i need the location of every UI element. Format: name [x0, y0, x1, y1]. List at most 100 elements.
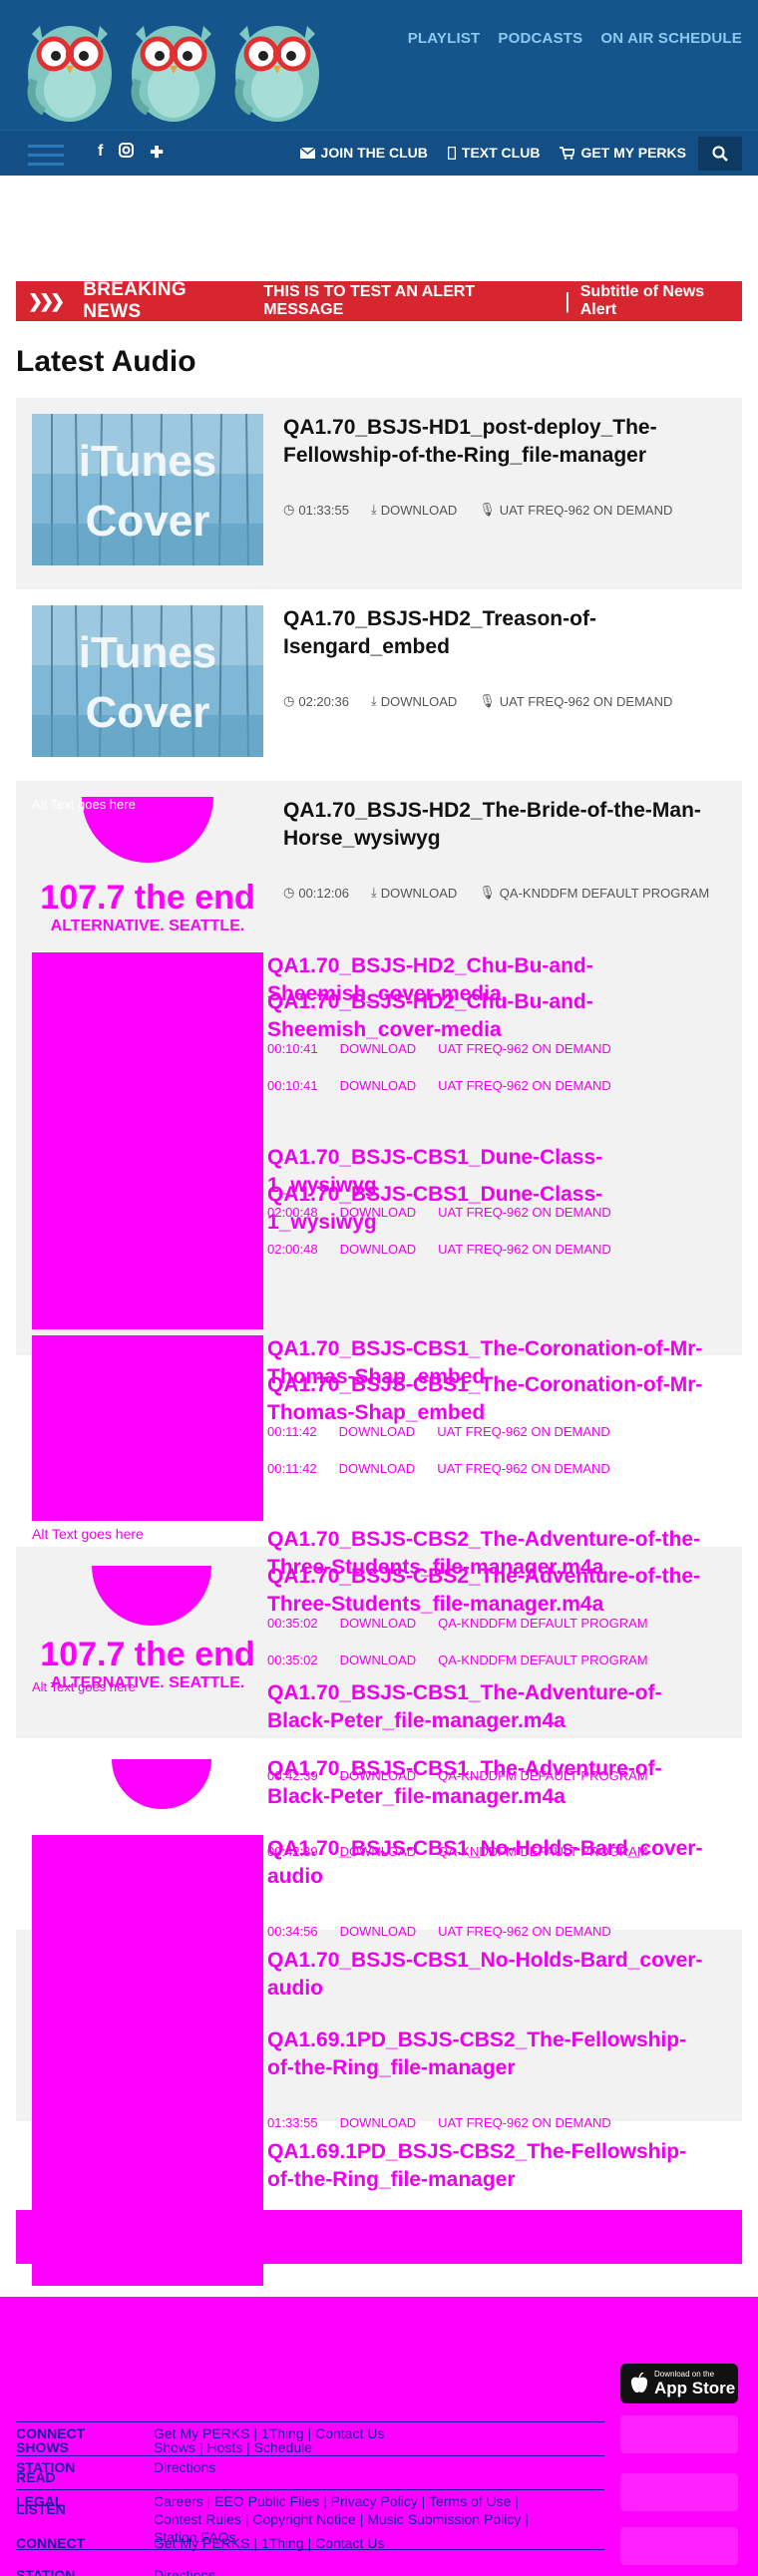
get-my-perks-link[interactable]: GET MY PERKS	[560, 145, 686, 161]
image-alt-text: Alt Text goes here	[32, 1679, 136, 1694]
program-label[interactable]: UAT FREQ-962 ON DEMAND	[438, 1205, 611, 1220]
footer-links-legal-2[interactable]: Contest Rules | Copyright Notice | Music…	[154, 2511, 529, 2527]
audio-title[interactable]: QA1.69.1PD_BSJS-CBS2_The-Fellowship-of-t…	[267, 2026, 706, 2082]
audio-thumbnail[interactable]: iTunes Cover	[32, 605, 263, 757]
search-button[interactable]	[698, 137, 742, 171]
download-link[interactable]: ⤓ DOWNLOAD	[371, 502, 457, 518]
footer-links-shows[interactable]: Shows | Hosts | Schedule	[154, 2439, 312, 2455]
nav-playlist[interactable]: PLAYLIST	[408, 30, 481, 47]
nav-on-air-schedule[interactable]: ON AIR SCHEDULE	[600, 30, 742, 47]
download-label[interactable]: DOWNLOAD	[340, 2115, 417, 2130]
download-label: DOWNLOAD	[380, 502, 458, 518]
program-label[interactable]: UAT FREQ-962 ON DEMAND	[438, 1924, 611, 1939]
program-link[interactable]: 🎙 UAT FREQ-962 ON DEMAND	[479, 502, 672, 518]
breaking-news-banner[interactable]: ❯❯❯ BREAKING NEWS THIS IS TO TEST AN ALE…	[16, 279, 742, 322]
instagram-icon[interactable]	[119, 143, 135, 163]
download-label[interactable]: DOWNLOAD	[339, 1424, 416, 1439]
audio-title[interactable]: QA1.70_BSJS-HD2_Chu-Bu-and-Sheemish_cove…	[267, 988, 706, 1044]
apple-icon	[630, 2373, 648, 2393]
program-link[interactable]: 🎙 QA-KNDDFM DEFAULT PROGRAM	[479, 885, 709, 901]
audio-thumbnail[interactable]: 107.7 the end ALTERNATIVE. SEATTLE. Alt …	[32, 1526, 263, 1705]
footer-links-station[interactable]: Directions	[154, 2459, 215, 2475]
download-label[interactable]: DOWNLOAD	[340, 1205, 417, 1220]
program-link[interactable]: 🎙 UAT FREQ-962 ON DEMAND	[479, 693, 672, 709]
audio-meta: 00:35:02 DOWNLOAD QA-KNDDFM DEFAULT PROGRA…	[267, 1616, 648, 1631]
audio-item[interactable]: 107.7 the end ALTERNATIVE. SEATTLE. Alt …	[16, 781, 742, 972]
program-label[interactable]: UAT FREQ-962 ON DEMAND	[438, 2115, 611, 2130]
footer-links-legal[interactable]: Careers | EEO Public Files | Privacy Pol…	[154, 2493, 519, 2509]
duration-value: 00:10:41	[267, 1041, 318, 1056]
audio-thumbnail[interactable]: Alt Text goes here	[32, 1679, 263, 1809]
audio-meta: 01:33:55 DOWNLOAD UAT FREQ-962 ON DEMAND	[267, 2115, 611, 2130]
audio-thumbnail[interactable]	[32, 952, 263, 1144]
download-label[interactable]: DOWNLOAD	[340, 1616, 417, 1631]
footer-button[interactable]	[620, 2473, 738, 2511]
audio-thumbnail[interactable]: 107.7 the end ALTERNATIVE. SEATTLE. Alt …	[32, 797, 263, 948]
station-logo-owls[interactable]	[22, 12, 331, 124]
program-label[interactable]: UAT FREQ-962 ON DEMAND	[438, 1041, 611, 1056]
download-link[interactable]: ⤓ DOWNLOAD	[371, 693, 457, 709]
join-the-club-label: JOIN THE CLUB	[320, 145, 428, 161]
audio-title[interactable]: QA1.69.1PD_BSJS-CBS2_The-Fellowship-of-t…	[267, 2138, 706, 2194]
program-label[interactable]: UAT FREQ-962 ON DEMAND	[437, 1424, 610, 1439]
download-label[interactable]: DOWNLOAD	[340, 1768, 417, 1783]
footer-label-shows: SHOWS	[16, 2439, 69, 2455]
footer-button[interactable]	[620, 2527, 738, 2565]
download-label: DOWNLOAD	[380, 885, 458, 901]
load-more-bar[interactable]	[16, 2210, 742, 2264]
thumb-text-cover: Cover	[86, 497, 210, 546]
program-label[interactable]: UAT FREQ-962 ON DEMAND	[437, 1461, 610, 1476]
audio-title[interactable]: QA1.70_BSJS-HD1_post-deploy_The-Fellowsh…	[283, 414, 722, 470]
get-my-perks-label: GET MY PERKS	[580, 145, 686, 161]
download-link[interactable]: ⤓ DOWNLOAD	[371, 885, 457, 901]
footer-divider	[16, 2489, 604, 2490]
audio-item[interactable]: iTunes Cover QA1.70_BSJS-HD1_post-deploy…	[16, 398, 742, 589]
audio-title[interactable]: QA1.70_BSJS-CBS1_No-Holds-Bard_cover-aud…	[267, 1835, 706, 1891]
audio-title[interactable]: QA1.70_BSJS-CBS1_The-Coronation-of-Mr-Th…	[267, 1371, 706, 1427]
program-label: UAT FREQ-962 ON DEMAND	[499, 502, 673, 518]
join-the-club-link[interactable]: JOIN THE CLUB	[299, 145, 428, 161]
app-store-badge[interactable]: Download on the App Store	[620, 2364, 738, 2403]
footer-button[interactable]	[620, 2415, 738, 2453]
breaking-news-message: THIS IS TO TEST AN ALERT MESSAGE	[263, 283, 476, 318]
audio-title[interactable]: QA1.70_BSJS-HD2_The-Bride-of-the-Man-Hor…	[283, 797, 722, 853]
program-label[interactable]: UAT FREQ-962 ON DEMAND	[438, 1242, 611, 1257]
audio-title[interactable]: QA1.70_BSJS-CBS1_The-Adventure-of-Black-…	[267, 1755, 706, 1811]
audio-item[interactable]: iTunes Cover QA1.70_BSJS-HD2_Treason-of-…	[16, 589, 742, 781]
footer-label-read: READ	[16, 2469, 56, 2485]
clock-icon: ◷	[283, 693, 295, 708]
download-label[interactable]: DOWNLOAD	[339, 1461, 416, 1476]
audio-title[interactable]: QA1.70_BSJS-CBS1_No-Holds-Bard_cover-aud…	[267, 1947, 706, 2003]
audio-meta: 00:10:41 DOWNLOAD UAT FREQ-962 ON DEMAND	[267, 1041, 611, 1056]
station-logo-name: 107.7 the end	[40, 879, 254, 917]
menu-icon[interactable]	[28, 145, 64, 167]
program-label[interactable]: QA-KNDDFM DEFAULT PROGRAM	[438, 1653, 647, 1667]
audio-meta: 00:34:56 DOWNLOAD UAT FREQ-962 ON DEMAND	[267, 1924, 611, 1939]
program-label[interactable]: QA-KNDDFM DEFAULT PROGRAM	[438, 1616, 647, 1631]
download-label[interactable]: DOWNLOAD	[340, 1653, 417, 1667]
nav-podcasts[interactable]: PODCASTS	[498, 30, 582, 47]
duration-value: 00:11:42	[267, 1424, 317, 1439]
footer-links-connect-2[interactable]: Get My PERKS | 1Thing | Contact Us	[154, 2535, 384, 2551]
audio-title[interactable]: QA1.70_BSJS-CBS2_The-Adventure-of-the-Th…	[267, 1563, 706, 1619]
audio-thumbnail[interactable]: iTunes Cover	[32, 414, 263, 565]
download-label[interactable]: DOWNLOAD	[340, 1242, 417, 1257]
footer-divider	[16, 2455, 604, 2456]
program-label[interactable]: QA-KNDDFM DEFAULT PROGRAM	[438, 1768, 647, 1783]
program-label[interactable]: UAT FREQ-962 ON DEMAND	[438, 1078, 611, 1093]
download-label[interactable]: DOWNLOAD	[340, 1078, 417, 1093]
audio-thumbnail[interactable]	[32, 1335, 263, 1521]
station-logo-tagline: ALTERNATIVE. SEATTLE.	[51, 918, 245, 934]
download-label[interactable]: DOWNLOAD	[340, 1924, 417, 1939]
text-club-link[interactable]: TEXT CLUB	[447, 145, 540, 161]
duration-value: 00:11:42	[267, 1461, 317, 1476]
audio-title[interactable]: QA1.70_BSJS-HD2_Treason-of-Isengard_embe…	[283, 605, 722, 661]
plus-icon[interactable]: ✚	[150, 143, 163, 163]
audio-thumbnail[interactable]	[32, 1144, 263, 1329]
audio-title[interactable]: QA1.70_BSJS-CBS1_The-Adventure-of-Black-…	[267, 1679, 706, 1735]
footer-links-station-2[interactable]: Directions	[154, 2567, 215, 2576]
download-label[interactable]: DOWNLOAD	[340, 1041, 417, 1056]
facebook-icon[interactable]: f	[98, 143, 103, 163]
footer-label-connect-2: CONNECT	[16, 2535, 86, 2551]
download-icon: ⤓	[370, 693, 377, 708]
